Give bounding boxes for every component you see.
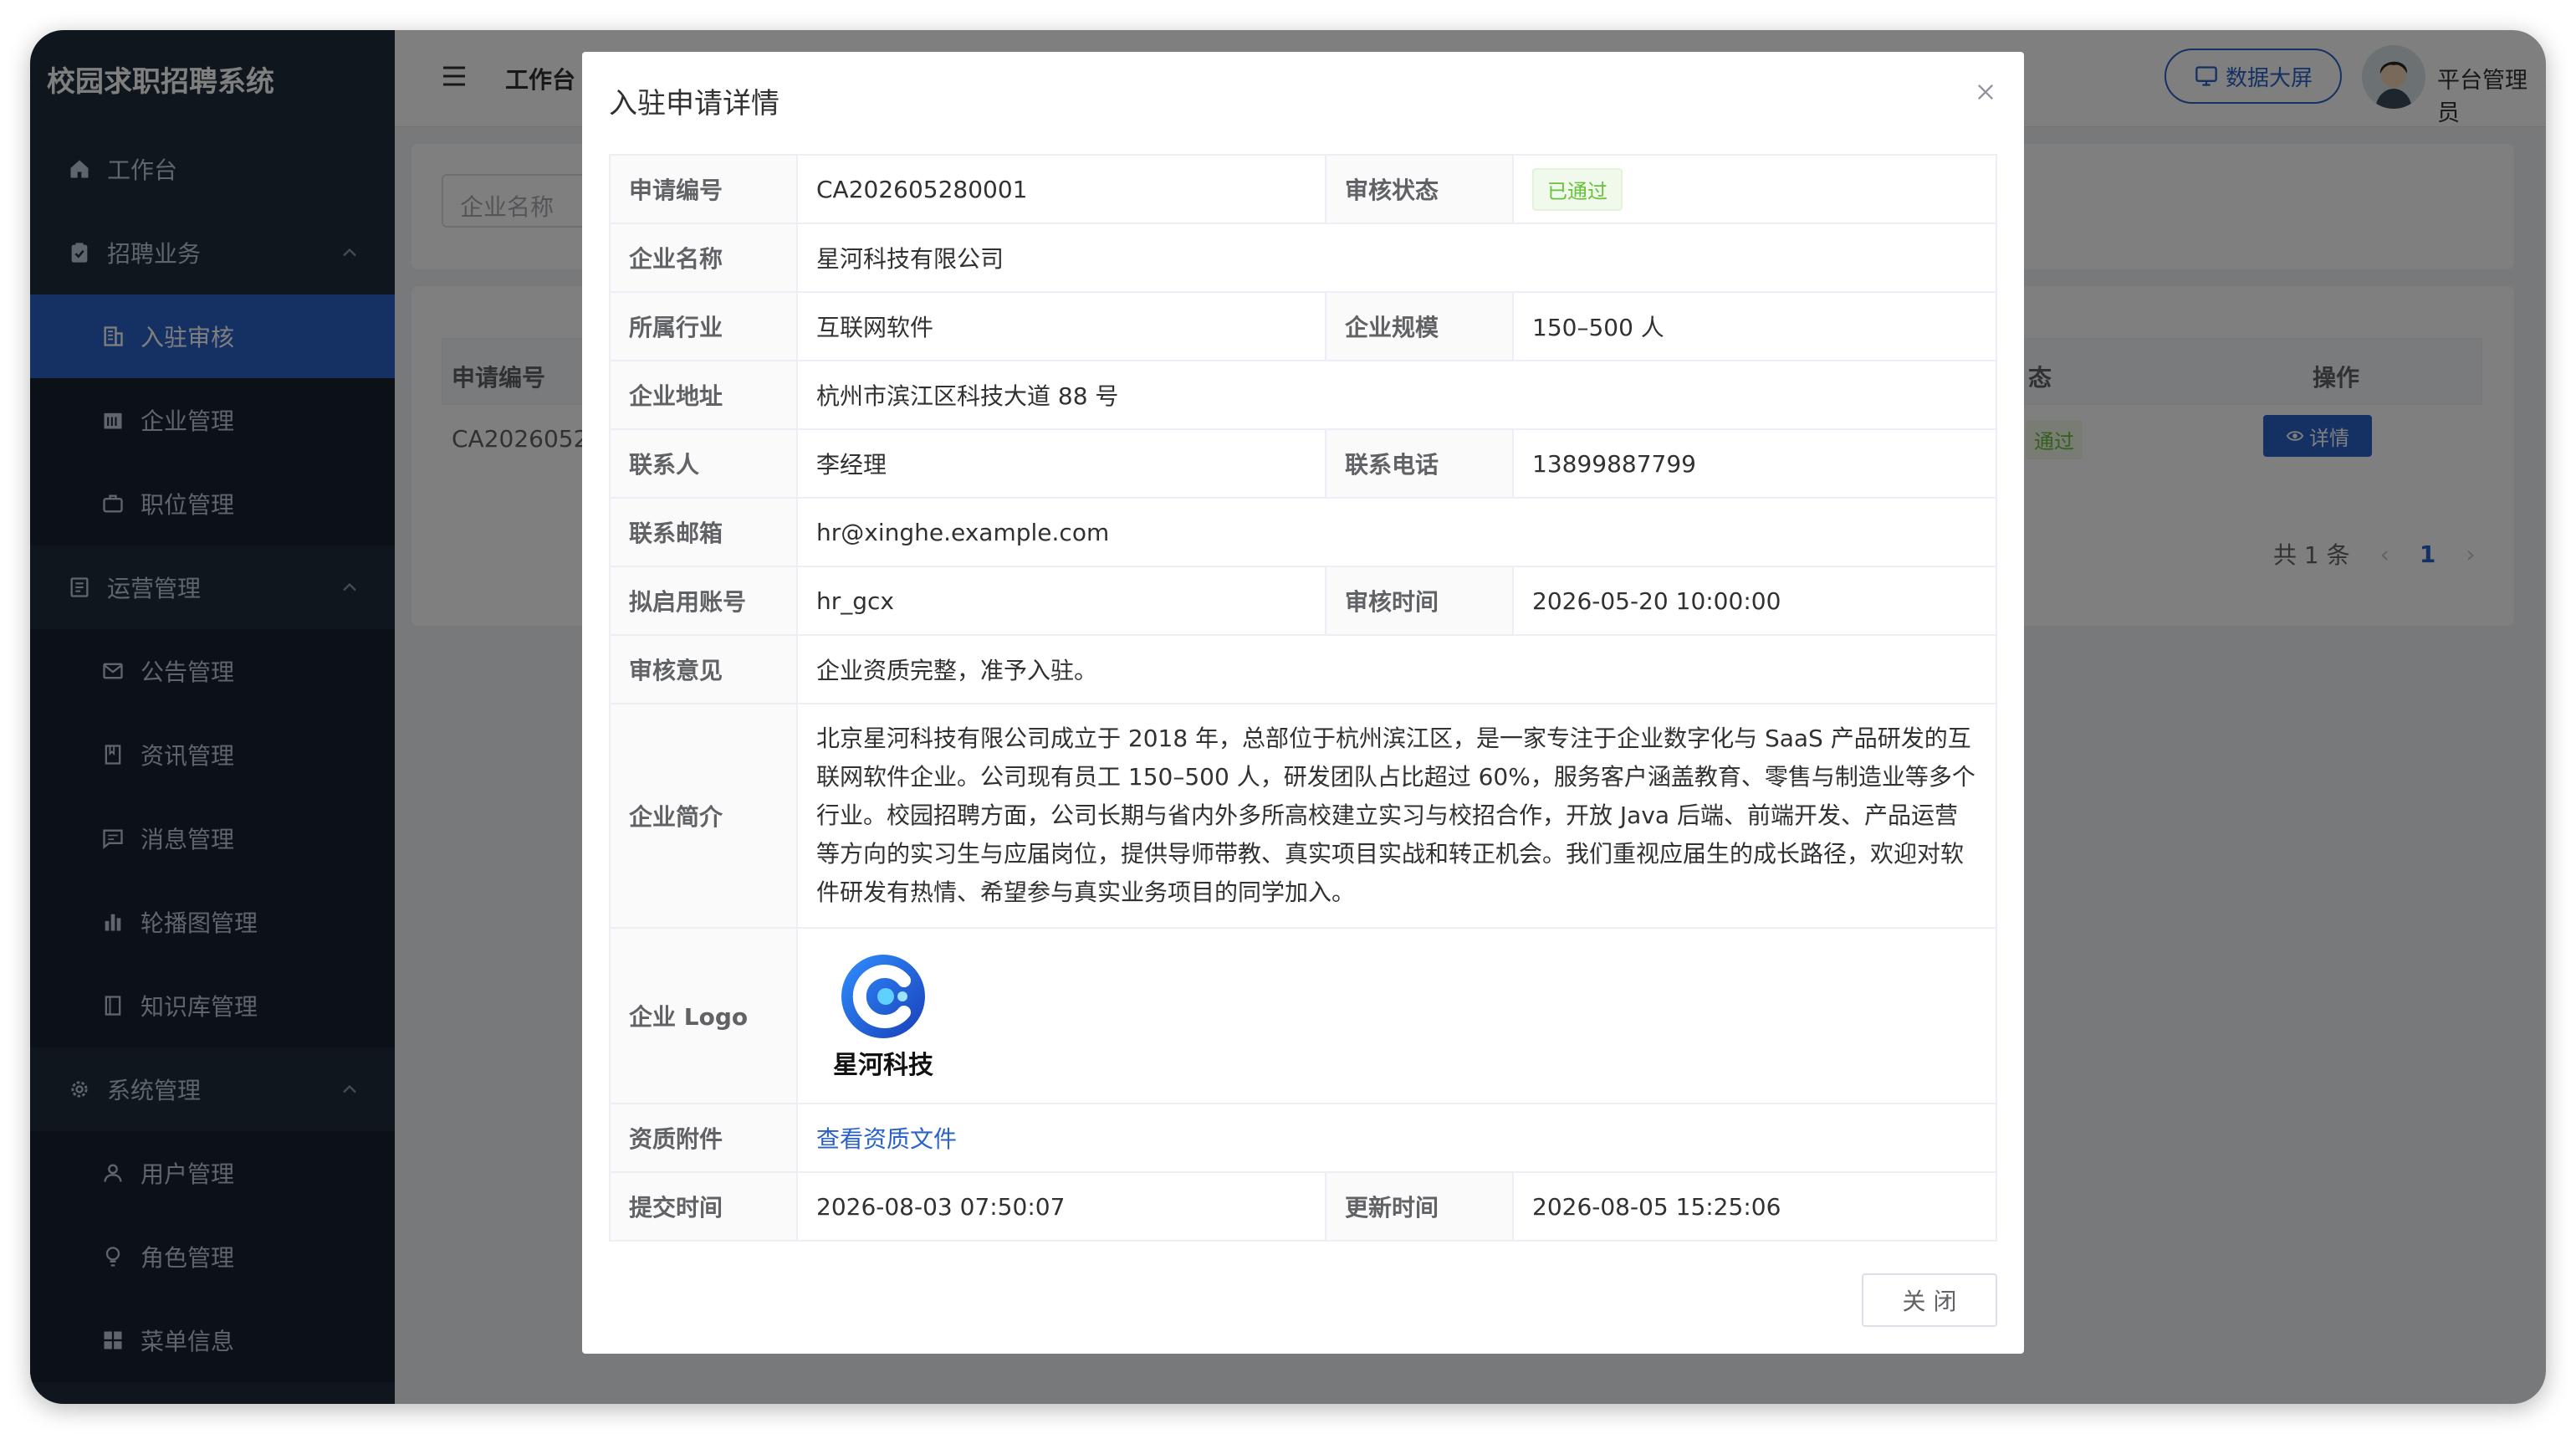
table-row: 联系邮箱 hr@xinghe.example.com xyxy=(609,497,1997,567)
table-row: 企业 Logo 星河科技 xyxy=(609,927,1997,1104)
label-address: 企业地址 xyxy=(609,360,798,430)
label-scale: 企业规模 xyxy=(1325,291,1514,361)
value-industry: 互联网软件 xyxy=(796,291,1326,361)
dialog-title: 入驻申请详情 xyxy=(609,87,779,120)
company-logo[interactable]: 星河科技 xyxy=(816,950,950,1081)
label-opinion: 审核意见 xyxy=(609,634,798,704)
close-icon[interactable] xyxy=(1974,80,1997,104)
label-phone: 联系电话 xyxy=(1325,428,1514,499)
table-row: 企业名称 星河科技有限公司 xyxy=(609,223,1997,293)
table-row: 资质附件 查看资质文件 xyxy=(609,1103,1997,1173)
table-row: 拟启用账号 hr_gcx 审核时间 2026-05-20 10:00:00 xyxy=(609,566,1997,636)
value-review-time: 2026-05-20 10:00:00 xyxy=(1512,566,1997,636)
value-intro: 北京星河科技有限公司成立于 2018 年，总部位于杭州滨江区，是一家专注于企业数… xyxy=(796,703,1997,929)
label-industry: 所属行业 xyxy=(609,291,798,361)
table-row: 审核意见 企业资质完整，准予入驻。 xyxy=(609,634,1997,704)
value-status-cell: 已通过 xyxy=(1512,154,1997,224)
label-attachment: 资质附件 xyxy=(609,1103,798,1173)
table-row: 申请编号 CA202605280001 审核状态 已通过 xyxy=(609,154,1997,224)
table-row: 联系人 李经理 联系电话 13899887799 xyxy=(609,428,1997,499)
detail-table: 申请编号 CA202605280001 审核状态 已通过 企业名称 星河科技有限… xyxy=(609,154,1997,1242)
view-qualification-link[interactable]: 查看资质文件 xyxy=(816,1125,957,1153)
label-contact: 联系人 xyxy=(609,428,798,499)
label-app-no: 申请编号 xyxy=(609,154,798,224)
label-status: 审核状态 xyxy=(1325,154,1514,224)
detail-dialog: 入驻申请详情 申请编号 CA202605280001 审核状态 已通过 企业名称… xyxy=(582,52,2024,1354)
table-row: 企业简介 北京星河科技有限公司成立于 2018 年，总部位于杭州滨江区，是一家专… xyxy=(609,703,1997,929)
app-window: 校园求职招聘系统 工作台 招聘业务 入驻审核 企业管理 xyxy=(30,30,2546,1404)
value-logo-cell: 星河科技 xyxy=(796,927,1997,1104)
value-address: 杭州市滨江区科技大道 88 号 xyxy=(796,360,1997,430)
value-phone: 13899887799 xyxy=(1512,428,1997,499)
value-submit-time: 2026-08-03 07:50:07 xyxy=(796,1171,1326,1242)
label-intro: 企业简介 xyxy=(609,703,798,929)
value-opinion: 企业资质完整，准予入驻。 xyxy=(796,634,1997,704)
value-email: hr@xinghe.example.com xyxy=(796,497,1997,567)
label-company: 企业名称 xyxy=(609,223,798,293)
label-review-time: 审核时间 xyxy=(1325,566,1514,636)
close-button[interactable]: 关 闭 xyxy=(1862,1273,1997,1327)
value-app-no: CA202605280001 xyxy=(796,154,1326,224)
value-contact: 李经理 xyxy=(796,428,1326,499)
label-account: 拟启用账号 xyxy=(609,566,798,636)
value-attachment-cell: 查看资质文件 xyxy=(796,1103,1997,1173)
table-row: 所属行业 互联网软件 企业规模 150–500 人 xyxy=(609,291,1997,361)
value-account: hr_gcx xyxy=(796,566,1326,636)
label-update-time: 更新时间 xyxy=(1325,1171,1514,1242)
label-email: 联系邮箱 xyxy=(609,497,798,567)
company-logo-icon xyxy=(841,955,925,1038)
company-logo-text: 星河科技 xyxy=(833,1051,933,1080)
status-badge: 已通过 xyxy=(1532,167,1623,211)
table-row: 企业地址 杭州市滨江区科技大道 88 号 xyxy=(609,360,1997,430)
table-row: 提交时间 2026-08-03 07:50:07 更新时间 2026-08-05… xyxy=(609,1171,1997,1242)
value-scale: 150–500 人 xyxy=(1512,291,1997,361)
value-company: 星河科技有限公司 xyxy=(796,223,1997,293)
label-submit-time: 提交时间 xyxy=(609,1171,798,1242)
label-logo: 企业 Logo xyxy=(609,927,798,1104)
value-update-time: 2026-08-05 15:25:06 xyxy=(1512,1171,1997,1242)
